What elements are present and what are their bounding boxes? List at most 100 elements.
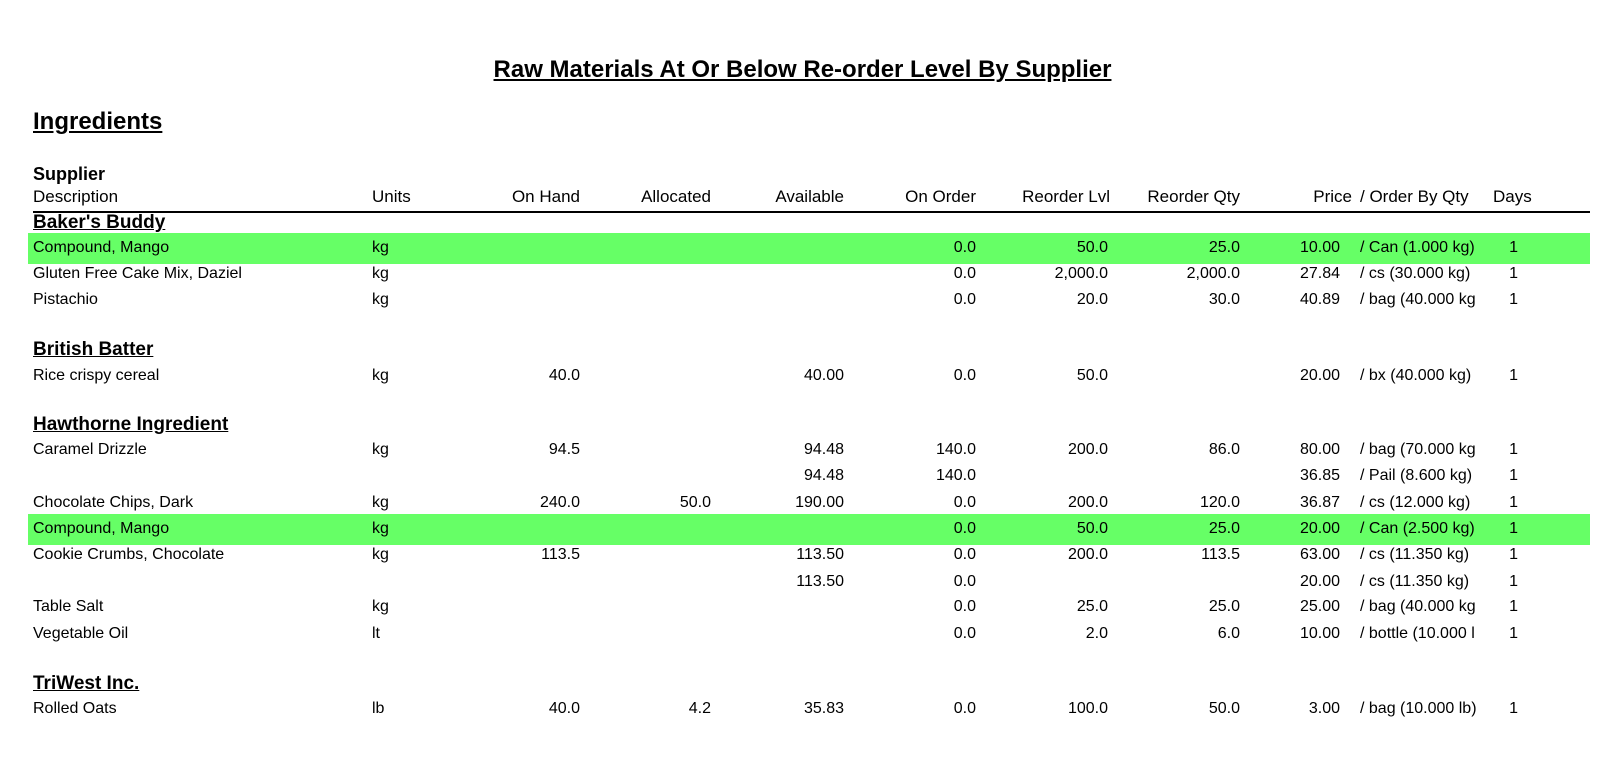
cell-order-by: / bag (10.000 lb) — [1360, 700, 1477, 717]
cell-days: 1 — [1509, 573, 1518, 590]
cell-units: kg — [372, 494, 389, 511]
cell-on-hand: 40.0 — [548, 367, 580, 384]
cell-reorder-lvl: 2.0 — [1085, 625, 1108, 642]
cell-on-hand: 113.5 — [541, 546, 580, 563]
cell-available: 113.50 — [796, 573, 844, 590]
cell-reorder-lvl: 50.0 — [1076, 239, 1108, 256]
cell-description: Chocolate Chips, Dark — [33, 494, 194, 511]
cell-days: 1 — [1509, 367, 1518, 384]
table-row: 113.50 0.0 20.00 / cs (11.350 kg) 1 — [0, 570, 1605, 596]
cell-description: Rice crispy cereal — [33, 367, 160, 384]
cell-days: 1 — [1509, 441, 1518, 458]
cell-price: 10.00 — [1299, 239, 1340, 256]
cell-reorder-qty: 50.0 — [1208, 700, 1240, 717]
cell-order-by: / bag (40.000 kg — [1360, 291, 1476, 308]
cell-reorder-qty: 25.0 — [1208, 520, 1240, 537]
supplier-name: Baker's Buddy — [33, 212, 166, 233]
cell-order-by: / cs (11.350 kg) — [1360, 573, 1470, 590]
cell-description: Pistachio — [33, 291, 98, 308]
cell-order-by: / cs (12.000 kg) — [1360, 494, 1471, 511]
cell-description: Cookie Crumbs, Chocolate — [33, 546, 225, 563]
cell-units: kg — [372, 441, 389, 458]
cell-description: Compound, Mango — [33, 239, 170, 256]
cell-reorder-qty: 25.0 — [1208, 239, 1240, 256]
cell-available: 190.00 — [795, 494, 844, 511]
cell-description: Table Salt — [33, 598, 104, 615]
cell-order-by: / Pail (8.600 kg) — [1360, 467, 1473, 484]
cell-order-by: / Can (2.500 kg) — [1360, 520, 1475, 537]
table-row: Caramel Drizzle kg 94.5 94.48 140.0 200.0 86.0… — [0, 438, 1605, 464]
cell-description: Gluten Free Cake Mix, Daziel — [33, 265, 242, 282]
supplier-name: British Batter — [33, 339, 154, 360]
cell-price: 20.00 — [1299, 520, 1340, 537]
cell-price: 25.00 — [1299, 598, 1340, 615]
cell-price: 80.00 — [1299, 441, 1340, 458]
cell-on-order: 0.0 — [953, 598, 976, 615]
cell-allocated: 50.0 — [679, 494, 711, 511]
cell-reorder-lvl: 200.0 — [1067, 441, 1108, 458]
cell-price: 40.89 — [1299, 291, 1340, 308]
cell-available: 94.48 — [803, 441, 844, 458]
cell-reorder-lvl: 100.0 — [1067, 700, 1108, 717]
supplier-name: Hawthorne Ingredient — [33, 414, 229, 435]
cell-reorder-qty: 120.0 — [1199, 494, 1240, 511]
cell-reorder-qty: 2,000.0 — [1186, 265, 1240, 282]
cell-units: lb — [372, 700, 385, 717]
cell-reorder-qty: 25.0 — [1208, 598, 1240, 615]
cell-reorder-lvl: 50.0 — [1076, 520, 1108, 537]
cell-days: 1 — [1509, 598, 1518, 615]
table-row: 94.48 140.0 36.85 / Pail (8.600 kg) 1 — [0, 464, 1605, 490]
cell-description: Vegetable Oil — [33, 625, 129, 642]
cell-days: 1 — [1509, 239, 1518, 256]
cell-on-order: 140.0 — [935, 441, 976, 458]
cell-price: 20.00 — [1299, 367, 1340, 384]
cell-reorder-qty: 30.0 — [1208, 291, 1240, 308]
cell-order-by: / cs (30.000 kg) — [1360, 265, 1471, 282]
cell-days: 1 — [1509, 520, 1518, 537]
cell-units: kg — [372, 291, 389, 308]
cell-price: 63.00 — [1299, 546, 1340, 563]
cell-days: 1 — [1509, 625, 1518, 642]
cell-order-by: / bottle (10.000 l — [1360, 625, 1475, 642]
cell-reorder-lvl: 50.0 — [1076, 367, 1108, 384]
cell-reorder-qty: 86.0 — [1208, 441, 1240, 458]
cell-order-by: / bx (40.000 kg) — [1360, 367, 1472, 384]
cell-on-order: 0.0 — [953, 546, 976, 563]
table-row: Gluten Free Cake Mix, Daziel kg 0.0 2,000.0… — [0, 262, 1605, 288]
cell-on-order: 0.0 — [953, 367, 976, 384]
cell-units: lt — [372, 625, 380, 642]
cell-on-order: 0.0 — [953, 700, 976, 717]
table-row: Compound, Mango kg 0.0 50.0 25.0 10.00 / Can (… — [0, 236, 1605, 262]
cell-days: 1 — [1509, 494, 1518, 511]
cell-units: kg — [372, 546, 389, 563]
cell-on-hand: 240.0 — [539, 494, 580, 511]
cell-on-order: 0.0 — [953, 265, 976, 282]
table-row: Cookie Crumbs, Chocolate kg 113.5 113.50 0.0… — [0, 543, 1605, 569]
cell-on-order: 140.0 — [935, 467, 976, 484]
table-row: Table Salt kg 0.0 25.0 25.0 25.00 / bag (40.00… — [0, 595, 1605, 621]
cell-reorder-lvl: 200.0 — [1067, 546, 1108, 563]
table-row: Rice crispy cereal kg 40.0 40.00 0.0 50.0 20.0… — [0, 364, 1605, 390]
cell-on-hand: 94.5 — [548, 441, 580, 458]
cell-units: kg — [372, 520, 389, 537]
cell-days: 1 — [1509, 265, 1518, 282]
cell-price: 20.00 — [1299, 573, 1340, 590]
table-row: Vegetable Oil lt 0.0 2.0 6.0 10.00 / bottle (1… — [0, 622, 1605, 648]
table-row: Compound, Mango kg 0.0 50.0 25.0 20.00 / Can (… — [0, 517, 1605, 543]
cell-on-order: 0.0 — [953, 625, 976, 642]
cell-on-order: 0.0 — [953, 494, 976, 511]
cell-on-order: 0.0 — [953, 291, 976, 308]
supplier-name: TriWest Inc. — [33, 673, 140, 694]
cell-on-order: 0.0 — [953, 573, 976, 590]
cell-units: kg — [372, 367, 389, 384]
cell-reorder-lvl: 200.0 — [1067, 494, 1108, 511]
cell-order-by: / bag (70.000 kg — [1360, 441, 1476, 458]
cell-units: kg — [372, 265, 389, 282]
cell-order-by: / Can (1.000 kg) — [1360, 239, 1475, 256]
cell-description: Compound, Mango — [33, 520, 170, 537]
cell-available: 40.00 — [803, 367, 844, 384]
cell-price: 36.85 — [1299, 467, 1340, 484]
cell-reorder-qty: 6.0 — [1217, 625, 1240, 642]
cell-on-order: 0.0 — [953, 239, 976, 256]
cell-on-hand: 40.0 — [548, 700, 580, 717]
